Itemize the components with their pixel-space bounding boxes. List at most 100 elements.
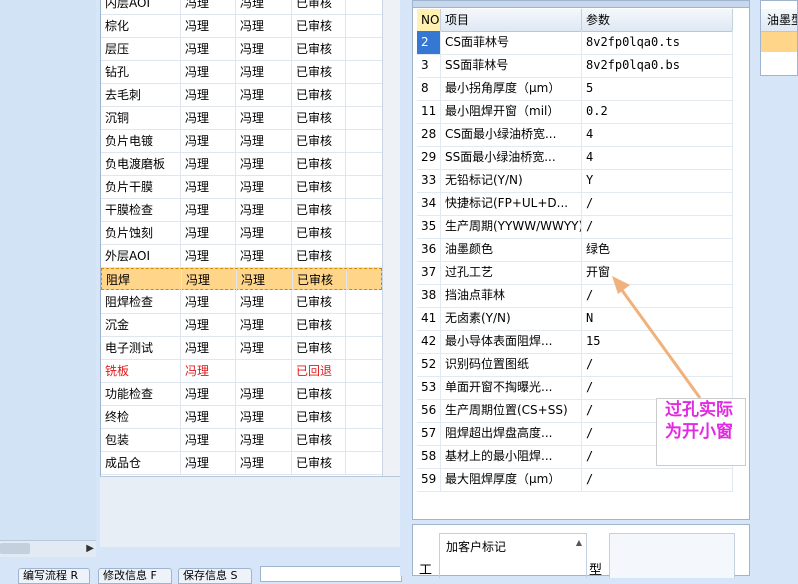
table-row[interactable]: 负片蚀刻 冯理 冯理 已审核 <box>101 222 382 245</box>
param-row[interactable]: 35 生产周期(YYWW/WWYY) / <box>417 215 733 239</box>
param-item-cell: CS面最小绿油桥宽... <box>441 123 582 146</box>
process-grid-scrollbar[interactable] <box>382 0 401 476</box>
param-value-cell: / <box>582 468 733 491</box>
model-box[interactable] <box>609 533 735 578</box>
table-row[interactable]: 终检 冯理 冯理 已审核 <box>101 406 382 429</box>
table-row[interactable]: 功能检查 冯理 冯理 已审核 <box>101 383 382 406</box>
reviewer-cell: 冯理 <box>236 84 292 106</box>
param-row[interactable]: 3 SS面菲林号 8v2fp0lqa0.bs <box>417 54 733 78</box>
header-no[interactable]: NO <box>417 9 441 31</box>
param-value-cell: 8v2fp0lqa0.bs <box>582 54 733 77</box>
param-no-cell: 52 <box>417 353 441 376</box>
param-row[interactable]: 36 油墨颜色 绿色 <box>417 238 733 262</box>
param-value-cell: 15 <box>582 330 733 353</box>
table-row[interactable]: 负片干膜 冯理 冯理 已审核 <box>101 176 382 199</box>
param-value-cell: / <box>582 215 733 238</box>
header-item[interactable]: 项目 <box>441 9 582 31</box>
scroll-right-icon[interactable]: ▶ <box>86 543 94 555</box>
table-row[interactable]: 去毛刺 冯理 冯理 已审核 <box>101 84 382 107</box>
param-row[interactable]: 28 CS面最小绿油桥宽... 4 <box>417 123 733 147</box>
table-row[interactable]: 外层AOI 冯理 冯理 已审核 <box>101 245 382 268</box>
table-row[interactable]: 干膜检查 冯理 冯理 已审核 <box>101 199 382 222</box>
param-no-cell: 29 <box>417 146 441 169</box>
table-row[interactable]: 内层AOI 冯理 冯理 已审核 <box>101 0 382 15</box>
param-item-cell: 无卤素(Y/N) <box>441 307 582 330</box>
table-row[interactable]: 负片电镀 冯理 冯理 已审核 <box>101 130 382 153</box>
param-item-cell: 最大阻焊厚度（μm） <box>441 468 582 491</box>
modify-info-button[interactable]: 修改信息 F <box>98 568 172 584</box>
table-row[interactable]: 沉铜 冯理 冯理 已审核 <box>101 107 382 130</box>
reviewer-cell: 冯理 <box>237 269 293 291</box>
operator-cell: 冯理 <box>181 38 236 60</box>
operator-cell: 冯理 <box>181 429 236 451</box>
operator-cell: 冯理 <box>181 61 236 83</box>
edit-flow-button[interactable]: 编写流程 R <box>18 568 90 584</box>
param-row[interactable]: 8 最小拐角厚度（μm） 5 <box>417 77 733 101</box>
operator-cell: 冯理 <box>181 15 236 37</box>
status-cell: 已审核 <box>292 406 346 428</box>
param-value-cell: 4 <box>582 146 733 169</box>
param-item-cell: 挡油点菲林 <box>441 284 582 307</box>
process-name-cell: 外层AOI <box>101 245 181 267</box>
header-value[interactable]: 参数 <box>582 9 733 31</box>
param-item-cell: 最小导体表面阻焊... <box>441 330 582 353</box>
param-no-cell: 56 <box>417 399 441 422</box>
param-value-cell: / <box>582 284 733 307</box>
splitter[interactable] <box>400 0 410 576</box>
param-row[interactable]: 41 无卤素(Y/N) N <box>417 307 733 331</box>
status-cell: 已审核 <box>292 153 346 175</box>
status-cell: 已审核 <box>292 429 346 451</box>
param-row[interactable]: 11 最小阻焊开窗（mil） 0.2 <box>417 100 733 124</box>
horizontal-scrollbar[interactable]: ▶ <box>0 540 96 557</box>
left-side-strip <box>0 0 96 546</box>
param-item-cell: 快捷标记(FP+UL+D... <box>441 192 582 215</box>
ink-type-panel: 油墨型 <box>760 0 798 76</box>
table-row[interactable]: 层压 冯理 冯理 已审核 <box>101 38 382 61</box>
param-no-cell: 42 <box>417 330 441 353</box>
param-row[interactable]: 42 最小导体表面阻焊... 15 <box>417 330 733 354</box>
table-row[interactable]: 铣板 冯理 已回退 <box>101 360 382 383</box>
operator-cell: 冯理 <box>181 406 236 428</box>
param-row[interactable]: 34 快捷标记(FP+UL+D... / <box>417 192 733 216</box>
table-row[interactable]: 电子测试 冯理 冯理 已审核 <box>101 337 382 360</box>
bottom-input[interactable] <box>260 566 402 582</box>
reviewer-cell: 冯理 <box>236 61 292 83</box>
param-row[interactable]: 38 挡油点菲林 / <box>417 284 733 308</box>
param-row[interactable]: 59 最大阻焊厚度（μm） / <box>417 468 733 492</box>
process-grid-footer <box>100 476 400 547</box>
table-row[interactable]: 棕化 冯理 冯理 已审核 <box>101 15 382 38</box>
table-row[interactable]: 钻孔 冯理 冯理 已审核 <box>101 61 382 84</box>
operator-cell: 冯理 <box>181 199 236 221</box>
save-info-button[interactable]: 保存信息 S <box>178 568 252 584</box>
sub-info-panel: 工 加客户标记 ▲ 型 <box>412 524 750 578</box>
reviewer-cell: 冯理 <box>236 38 292 60</box>
status-cell: 已审核 <box>292 61 346 83</box>
table-row[interactable]: 包装 冯理 冯理 已审核 <box>101 429 382 452</box>
scrollbar-thumb[interactable] <box>0 543 30 554</box>
table-row[interactable]: 阻焊检查 冯理 冯理 已审核 <box>101 291 382 314</box>
operator-cell: 冯理 <box>181 130 236 152</box>
ink-type-header[interactable]: 油墨型 <box>761 9 797 32</box>
ink-type-selected-row[interactable] <box>761 32 797 52</box>
param-row[interactable]: 33 无铅标记(Y/N) Y <box>417 169 733 193</box>
process-name-cell: 内层AOI <box>101 0 181 14</box>
process-name-cell: 沉铜 <box>101 107 181 129</box>
param-no-cell: 38 <box>417 284 441 307</box>
param-row[interactable]: 2 CS面菲林号 8v2fp0lqa0.ts <box>417 31 733 55</box>
table-row[interactable]: 阻焊 冯理 冯理 已审核 <box>101 268 382 291</box>
table-row[interactable]: 负电渡磨板 冯理 冯理 已审核 <box>101 153 382 176</box>
param-row[interactable]: 37 过孔工艺 开窗 <box>417 261 733 285</box>
table-row[interactable]: 成品仓 冯理 冯理 已审核 <box>101 452 382 475</box>
scroll-up-icon[interactable]: ▲ <box>576 538 582 547</box>
param-no-cell: 37 <box>417 261 441 284</box>
param-item-cell: 基材上的最小阻焊... <box>441 445 582 468</box>
param-value-cell: N <box>582 307 733 330</box>
param-row[interactable]: 29 SS面最小绿油桥宽... 4 <box>417 146 733 170</box>
customer-mark-label: 加客户标记 <box>446 540 507 554</box>
param-row[interactable]: 52 识别码位置图纸 / <box>417 353 733 377</box>
param-no-cell: 28 <box>417 123 441 146</box>
table-row[interactable]: 沉金 冯理 冯理 已审核 <box>101 314 382 337</box>
process-name-cell: 电子测试 <box>101 337 181 359</box>
param-row[interactable]: 53 单面开窗不掏曝光... / <box>417 376 733 400</box>
customer-mark-box[interactable]: 加客户标记 ▲ <box>439 533 587 578</box>
